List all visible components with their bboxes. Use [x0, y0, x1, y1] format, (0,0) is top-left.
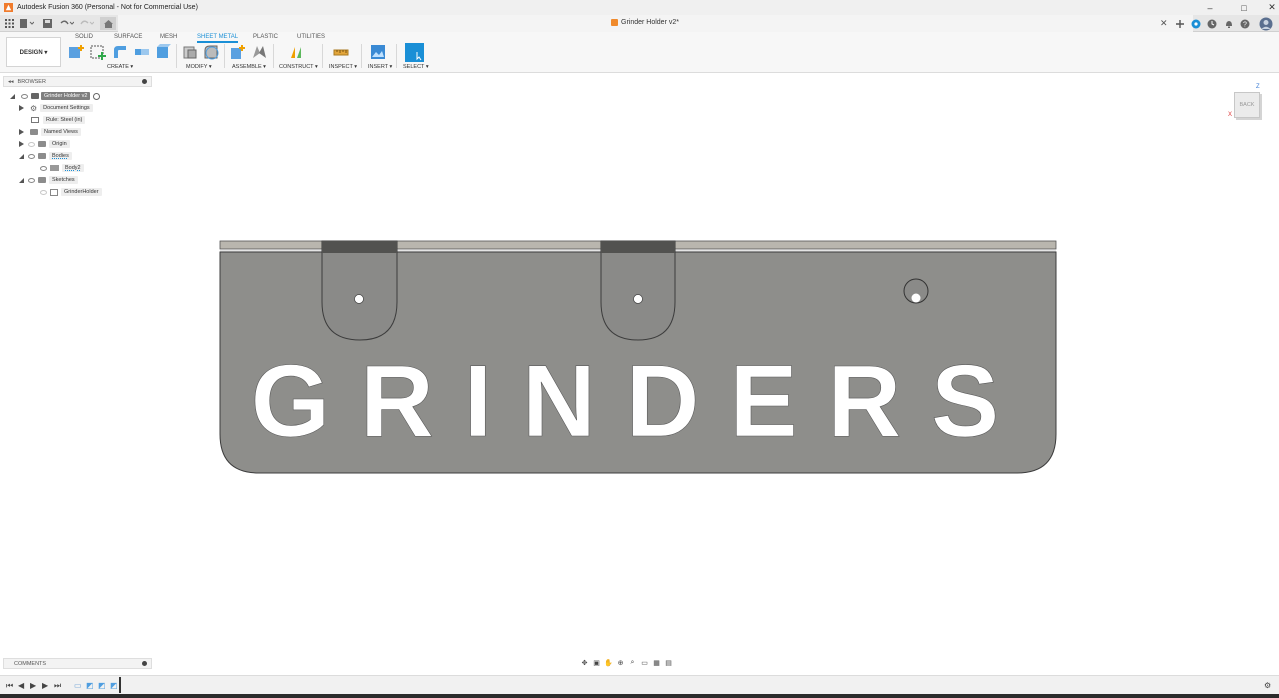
timeline-flange-feature-icon[interactable]: ◩: [86, 681, 94, 690]
canvas-viewport[interactable]: GRINDERS: [0, 0, 1279, 698]
mounting-tab-left: [321, 240, 398, 341]
go-to-start-icon[interactable]: ⏮: [6, 681, 13, 691]
play-icon[interactable]: ▶: [30, 681, 36, 690]
timeline-sketch-feature-icon[interactable]: ▭: [74, 681, 82, 690]
mounting-hole: [633, 294, 643, 304]
orbit-icon[interactable]: ✥: [580, 659, 589, 667]
timeline-marker[interactable]: [119, 677, 121, 693]
go-to-end-icon[interactable]: ⏭: [54, 681, 61, 691]
display-settings-icon[interactable]: ▭: [640, 659, 649, 667]
pan-hand-icon[interactable]: ✋: [604, 659, 613, 667]
zoom-icon[interactable]: ⊕: [616, 659, 625, 667]
timeline-flange-feature-icon[interactable]: ◩: [98, 681, 106, 690]
comments-label: COMMENTS: [14, 660, 47, 667]
navigation-bar: ✥ ▣ ✋ ⊕ ⌕ ▭ ▦ ▤: [580, 657, 700, 669]
grinders-cutout-text: GRINDERS: [251, 344, 1029, 458]
step-back-icon[interactable]: ◀: [18, 681, 24, 690]
grid-settings-icon[interactable]: ▦: [652, 659, 661, 667]
mounting-hole: [354, 294, 364, 304]
timeline-bar: ⏮ ◀ ▶ ▶ ⏭ ▭ ◩ ◩ ◩ ⚙: [0, 675, 1279, 694]
viewports-icon[interactable]: ▤: [664, 659, 673, 667]
look-at-icon[interactable]: ▣: [592, 659, 601, 667]
mounting-tab-right: [600, 240, 676, 341]
timeline-settings-gear-icon[interactable]: ⚙: [1264, 681, 1271, 690]
plate-hole: [911, 293, 921, 303]
mounting-tab-right-bend: [601, 241, 675, 253]
comments-panel[interactable]: COMMENTS: [3, 658, 152, 669]
mounting-tab-left-bend: [322, 241, 397, 253]
step-forward-icon[interactable]: ▶: [42, 681, 48, 690]
fit-icon[interactable]: ⌕: [628, 659, 637, 667]
comments-pin-icon[interactable]: [142, 661, 147, 666]
taskbar-strip: [0, 694, 1279, 698]
timeline-cut-feature-icon[interactable]: ◩: [110, 681, 118, 690]
